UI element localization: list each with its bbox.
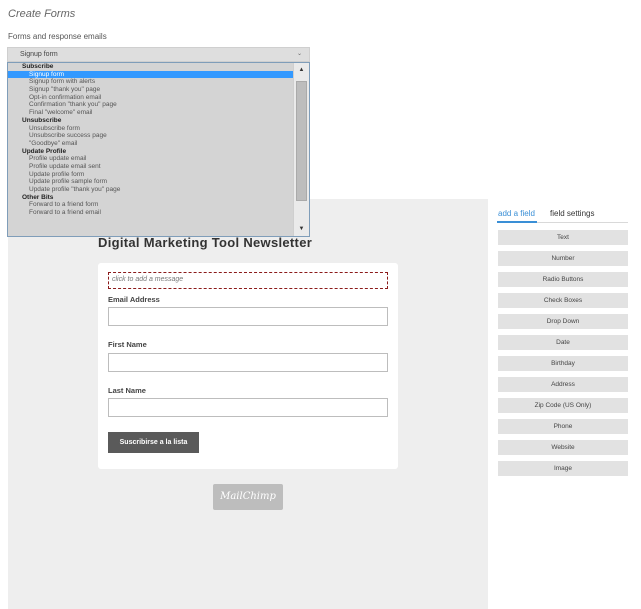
add-phone-field-button[interactable]: Phone [498, 419, 628, 434]
newsletter-title: Digital Marketing Tool Newsletter [98, 235, 313, 250]
dropdown-option[interactable]: Forward to a friend email [8, 209, 293, 217]
dropdown-option[interactable]: Profile update email sent [8, 163, 293, 171]
add-check-boxes-field-button[interactable]: Check Boxes [498, 293, 628, 308]
scroll-up-icon[interactable]: ▲ [294, 63, 309, 77]
tab-field-settings[interactable]: field settings [550, 209, 594, 218]
dropdown-group-label: Other Bits [22, 193, 54, 201]
dropdown-option[interactable]: Final "welcome" email [8, 109, 293, 117]
dropdown-option[interactable]: Update profile form [8, 171, 293, 179]
dropdown-option[interactable]: Signup form with alerts [8, 78, 293, 86]
dropdown-option[interactable]: Unsubscribe form [8, 125, 293, 133]
page-title: Create Forms [8, 8, 76, 20]
dropdown-option[interactable]: Signup form [8, 70, 293, 79]
dropdown-option[interactable]: Signup "thank you" page [8, 86, 293, 94]
dropdown-option[interactable]: Confirmation "thank you" page [8, 101, 293, 109]
add-message-box[interactable]: click to add a message [108, 272, 388, 289]
add-address-field-button[interactable]: Address [498, 377, 628, 392]
add-radio-buttons-field-button[interactable]: Radio Buttons [498, 272, 628, 287]
add-image-field-button[interactable]: Image [498, 461, 628, 476]
chevron-down-icon: ⌄ [296, 51, 302, 57]
subscribe-button[interactable]: Suscribirse a la lista [108, 432, 199, 453]
add-date-field-button[interactable]: Date [498, 335, 628, 350]
form-type-select[interactable]: Signup form ⌄ [7, 47, 310, 62]
mailchimp-logo: MailChimp [213, 484, 283, 510]
first-name-field[interactable] [108, 353, 388, 372]
dropdown-group-label: Subscribe [22, 63, 54, 70]
form-type-dropdown-list[interactable]: Subscribe Signup form Signup form with ale… [7, 62, 310, 237]
tab-add-a-field[interactable]: add a field [498, 209, 535, 218]
dropdown-option[interactable]: Update profile sample form [8, 178, 293, 186]
scrollbar-thumb[interactable] [296, 81, 307, 201]
dropdown-option[interactable]: "Goodbye" email [8, 140, 293, 148]
dropdown-option[interactable]: Profile update email [8, 155, 293, 163]
last-name-field[interactable] [108, 398, 388, 417]
dropdown-scrollbar[interactable]: ▲ ▼ [293, 63, 309, 236]
dropdown-option[interactable]: Opt-in confirmation email [8, 94, 293, 102]
dropdown-option[interactable]: Update profile "thank you" page [8, 186, 293, 194]
page-subtitle: Forms and response emails [8, 32, 107, 41]
add-number-field-button[interactable]: Number [498, 251, 628, 266]
dropdown-options: Subscribe Signup form Signup form with ale… [8, 63, 293, 236]
last-name-label: Last Name [108, 386, 146, 395]
first-name-label: First Name [108, 340, 147, 349]
add-zip-code-field-button[interactable]: Zip Code (US Only) [498, 398, 628, 413]
create-forms-page: Create Forms Forms and response emails S… [0, 0, 641, 609]
dropdown-option[interactable]: Unsubscribe success page [8, 132, 293, 140]
scroll-down-icon[interactable]: ▼ [294, 222, 309, 236]
add-text-field-button[interactable]: Text [498, 230, 628, 245]
add-drop-down-field-button[interactable]: Drop Down [498, 314, 628, 329]
add-website-field-button[interactable]: Website [498, 440, 628, 455]
form-type-select-value: Signup form [20, 51, 58, 58]
dropdown-option[interactable]: Forward to a friend form [8, 201, 293, 209]
dropdown-group-label: Unsubscribe [22, 116, 62, 124]
add-birthday-field-button[interactable]: Birthday [498, 356, 628, 371]
dropdown-group-label: Update Profile [22, 147, 67, 155]
active-tab-indicator [497, 221, 537, 223]
email-address-label: Email Address [108, 295, 160, 304]
email-address-field[interactable] [108, 307, 388, 326]
